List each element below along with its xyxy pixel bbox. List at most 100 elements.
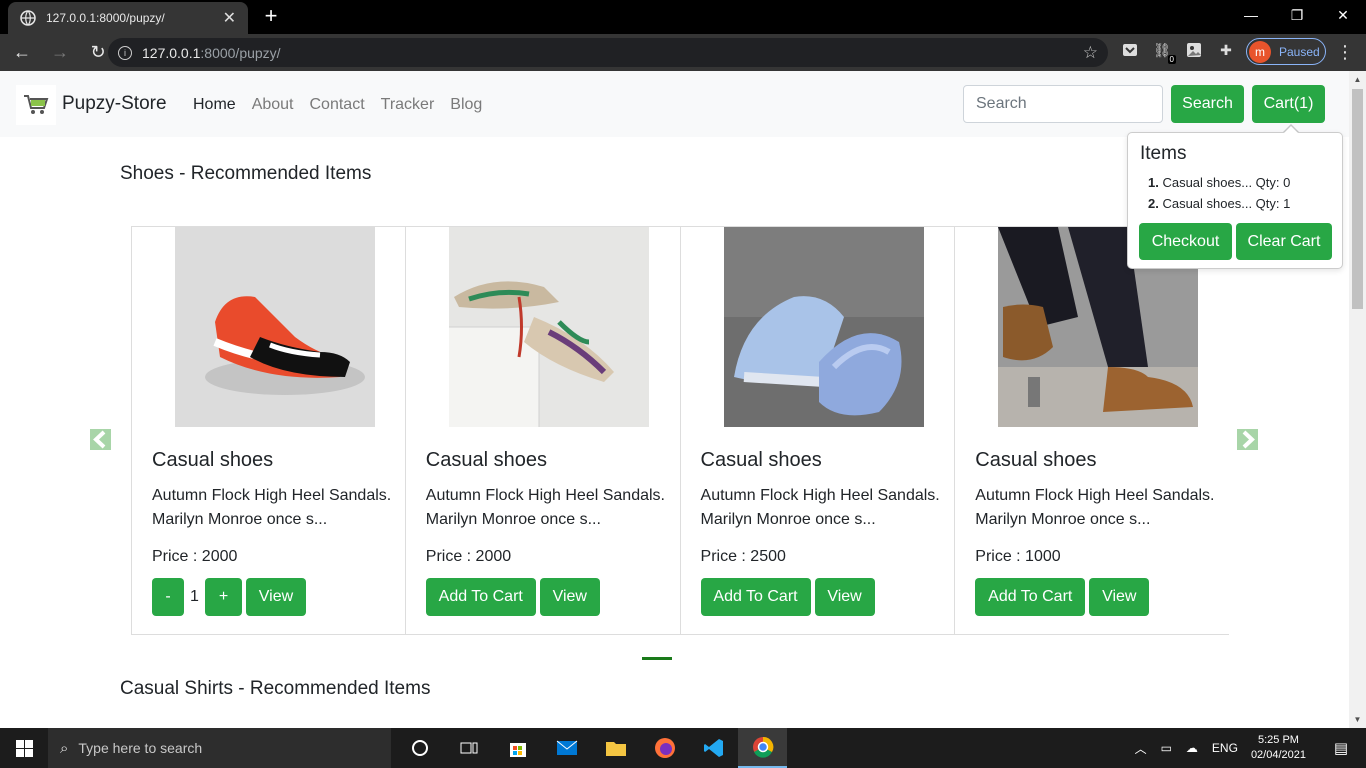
taskbar-search[interactable]: ⌕ Type here to search: [48, 728, 391, 768]
url-text[interactable]: 127.0.0.1:8000/pupzy/: [142, 45, 1083, 61]
scroll-down-icon[interactable]: ▼: [1349, 711, 1366, 728]
onedrive-cloud-icon[interactable]: ☁: [1186, 741, 1198, 755]
product-card: Casual shoes Autumn Flock High Heel Sand…: [131, 227, 405, 635]
restore-icon[interactable]: ❐: [1274, 0, 1320, 30]
nav-contact[interactable]: Contact: [310, 96, 365, 114]
page-viewport: Pupzy-Store Home About Contact Tracker B…: [0, 71, 1349, 728]
decrease-qty-button[interactable]: -: [152, 578, 184, 616]
nav-tracker[interactable]: Tracker: [381, 96, 435, 114]
close-window-icon[interactable]: ✕: [1320, 0, 1366, 30]
puzzle-extensions-icon[interactable]: ✚: [1216, 40, 1236, 60]
site-nav-links: Home About Contact Tracker Blog: [193, 96, 482, 114]
carousel-prev-icon[interactable]: [90, 429, 111, 450]
product-image[interactable]: [175, 227, 375, 427]
scroll-thumb[interactable]: [1352, 89, 1363, 309]
product-price: Price : 2500: [700, 548, 786, 565]
browser-tab-strip: 127.0.0.1:8000/pupzy/ ✕ + — ❐ ✕: [0, 0, 1366, 34]
product-description: Autumn Flock High Heel Sandals. Marilyn …: [975, 487, 1215, 528]
clock[interactable]: 5:25 PM 02/04/2021: [1251, 733, 1306, 763]
taskbar-apps: [395, 728, 787, 768]
mail-icon[interactable]: [542, 728, 591, 768]
search-icon: ⌕: [60, 739, 69, 757]
view-button[interactable]: View: [1089, 578, 1150, 616]
info-icon[interactable]: i: [118, 45, 132, 60]
add-to-cart-button[interactable]: Add To Cart: [700, 578, 811, 616]
nav-blog[interactable]: Blog: [450, 96, 482, 114]
product-actions: Add To Cart View: [425, 578, 600, 616]
system-tray: ︿ ▭ ☁ ENG 5:25 PM 02/04/2021 ▤: [1128, 728, 1366, 768]
product-card: Casual shoes Autumn Flock High Heel Sand…: [679, 227, 955, 635]
product-actions: Add To Cart View: [700, 578, 875, 616]
windows-taskbar: ⌕ Type here to search ︿ ▭ ☁ ENG 5:25 PM …: [0, 728, 1366, 768]
site-navbar: Pupzy-Store Home About Contact Tracker B…: [0, 71, 1349, 137]
chevron-up-icon[interactable]: ︿: [1135, 740, 1147, 757]
cart-logo-icon[interactable]: [16, 85, 56, 125]
language-indicator[interactable]: ENG: [1212, 741, 1238, 755]
clear-cart-button[interactable]: Clear Cart: [1236, 223, 1332, 260]
view-button[interactable]: View: [246, 578, 306, 616]
firefox-icon[interactable]: [640, 728, 689, 768]
site-brand[interactable]: Pupzy-Store: [62, 93, 167, 115]
cart-item: 1. Casual shoes... Qty: 0: [1148, 175, 1290, 196]
popover-title: Items: [1140, 143, 1187, 164]
windows-start-icon[interactable]: [0, 728, 48, 768]
profile-button[interactable]: m Paused: [1246, 38, 1326, 65]
extensions-area: ⛓ 0 ✚: [1120, 40, 1236, 64]
browser-tab[interactable]: 127.0.0.1:8000/pupzy/ ✕: [8, 2, 248, 34]
shoes-carousel: Casual shoes Autumn Flock High Heel Sand…: [131, 226, 1229, 635]
avatar: m: [1249, 40, 1271, 63]
product-image[interactable]: [723, 227, 924, 427]
browser-toolbar: ← → ↻ i 127.0.0.1:8000/pupzy/ ☆ ⛓ 0 ✚ m P…: [0, 34, 1366, 71]
address-bar[interactable]: i 127.0.0.1:8000/pupzy/ ☆: [108, 38, 1108, 67]
shoes-section-title: Shoes - Recommended Items: [120, 163, 372, 184]
tab-title: 127.0.0.1:8000/pupzy/: [46, 11, 165, 25]
product-card: Casual shoes Autumn Flock High Heel Sand…: [404, 227, 680, 635]
product-price: Price : 2000: [425, 548, 512, 565]
link-extension-icon[interactable]: ⛓ 0: [1152, 40, 1176, 64]
file-explorer-icon[interactable]: [591, 728, 640, 768]
product-price: Price : 1000: [975, 548, 1061, 565]
chrome-icon[interactable]: [738, 728, 787, 768]
new-tab-button[interactable]: +: [260, 5, 282, 28]
battery-icon[interactable]: ▭: [1161, 741, 1172, 755]
view-button[interactable]: View: [539, 578, 600, 616]
forward-icon[interactable]: →: [44, 37, 76, 69]
notification-icon[interactable]: ▤: [1323, 739, 1359, 757]
url-host: 127.0.0.1: [142, 44, 201, 61]
close-tab-icon[interactable]: ✕: [223, 8, 236, 28]
scroll-up-icon[interactable]: ▲: [1349, 71, 1366, 88]
bookmark-star-icon[interactable]: ☆: [1083, 43, 1098, 63]
search-button[interactable]: Search: [1171, 85, 1244, 123]
browser-menu-icon[interactable]: ⋮: [1336, 42, 1354, 63]
search-input[interactable]: [963, 85, 1163, 123]
increase-qty-button[interactable]: +: [205, 578, 242, 616]
pocket-extension-icon[interactable]: [1120, 40, 1140, 60]
add-to-cart-button[interactable]: Add To Cart: [425, 578, 536, 616]
product-title: Casual shoes: [425, 449, 547, 471]
nav-about[interactable]: About: [252, 96, 294, 114]
nav-home[interactable]: Home: [193, 96, 236, 114]
minimize-icon[interactable]: —: [1228, 0, 1274, 30]
view-button[interactable]: View: [814, 578, 875, 616]
product-description: Autumn Flock High Heel Sandals. Marilyn …: [700, 487, 940, 528]
add-to-cart-button[interactable]: Add To Cart: [975, 578, 1086, 616]
product-title: Casual shoes: [975, 449, 1097, 471]
store-icon[interactable]: [493, 728, 542, 768]
taskbar-search-text: Type here to search: [78, 740, 203, 756]
carousel-indicator[interactable]: [642, 657, 672, 660]
product-image[interactable]: [448, 227, 649, 427]
page-scrollbar[interactable]: ▲ ▼: [1349, 71, 1366, 728]
cart-button[interactable]: Cart(1): [1252, 85, 1325, 123]
carousel-next-icon[interactable]: [1237, 429, 1258, 450]
cart-item-number: 2.: [1148, 196, 1159, 211]
back-icon[interactable]: ←: [6, 37, 38, 69]
cortana-icon[interactable]: [395, 728, 444, 768]
product-card: Casual shoes Autumn Flock High Heel Sand…: [954, 227, 1229, 635]
popover-actions: Checkout Clear Cart: [1139, 223, 1332, 260]
image-extension-icon[interactable]: [1184, 40, 1204, 60]
vscode-icon[interactable]: [689, 728, 738, 768]
task-view-icon[interactable]: [444, 728, 493, 768]
checkout-button[interactable]: Checkout: [1139, 223, 1232, 260]
product-description: Autumn Flock High Heel Sandals. Marilyn …: [152, 487, 392, 528]
product-actions: - 1 + View: [152, 578, 306, 616]
